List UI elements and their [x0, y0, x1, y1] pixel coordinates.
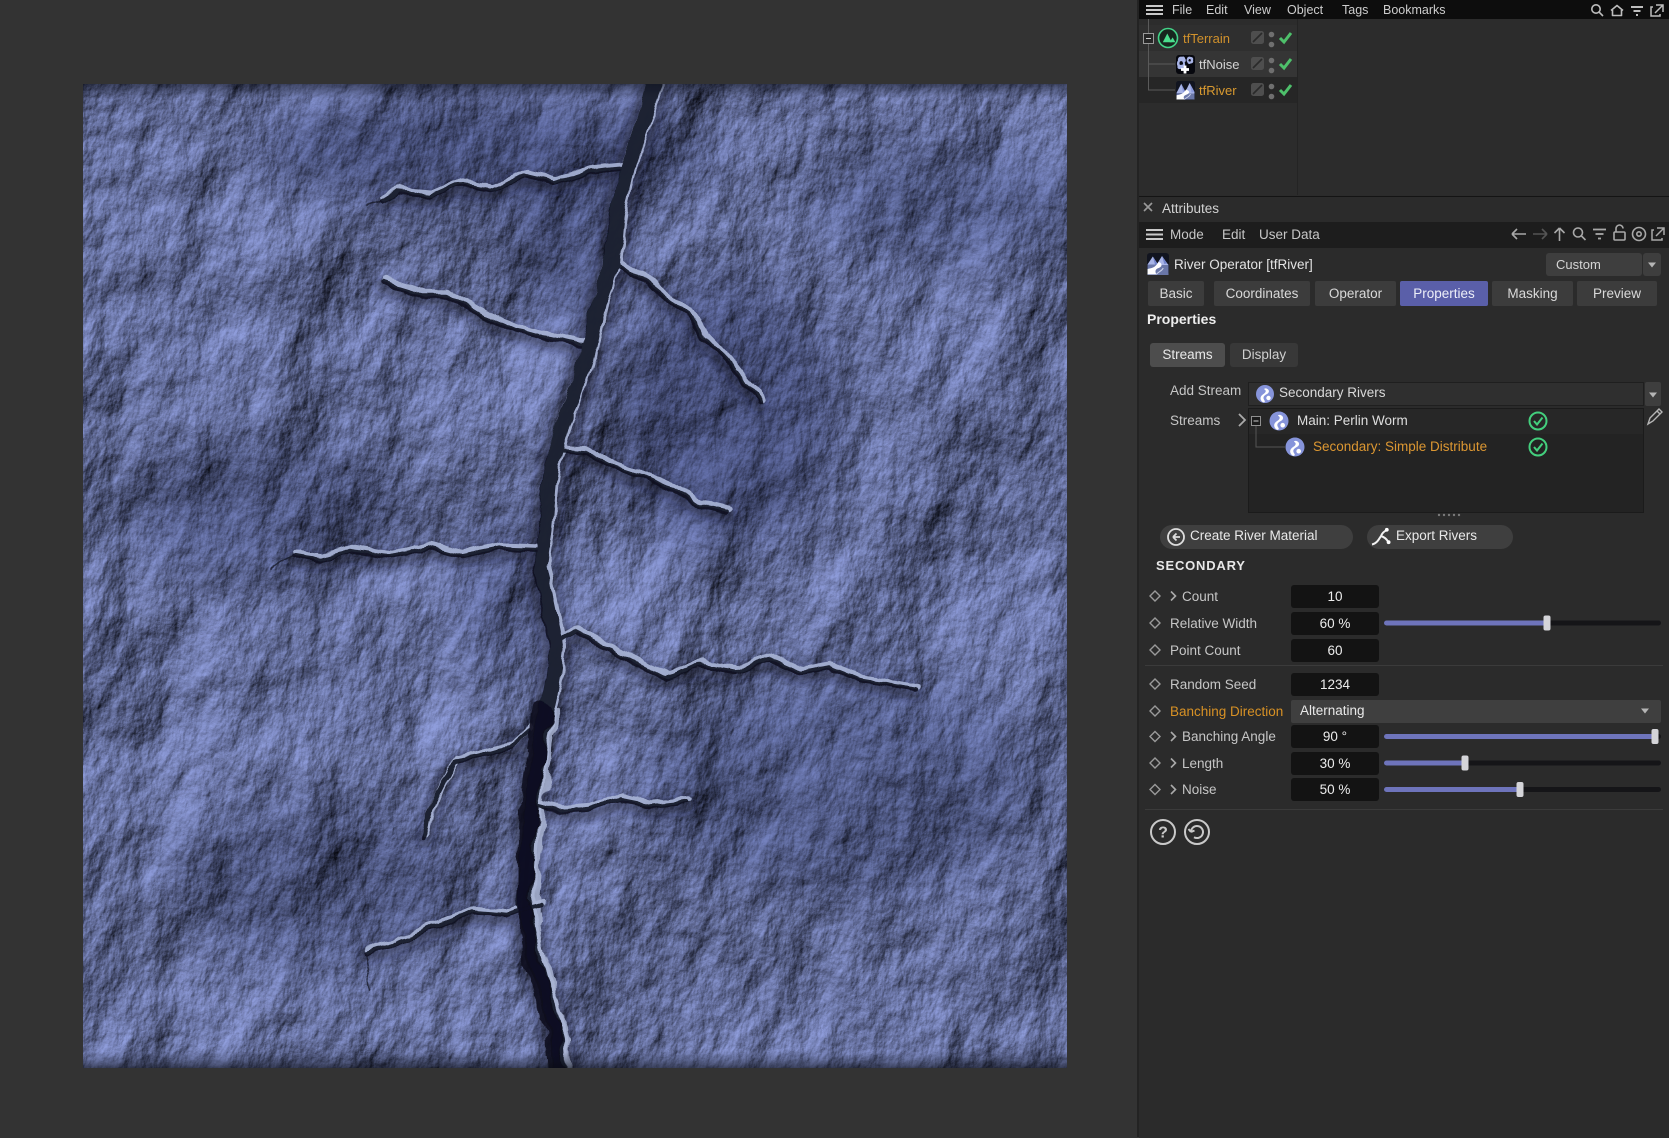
svg-text:?: ?: [1158, 825, 1168, 842]
